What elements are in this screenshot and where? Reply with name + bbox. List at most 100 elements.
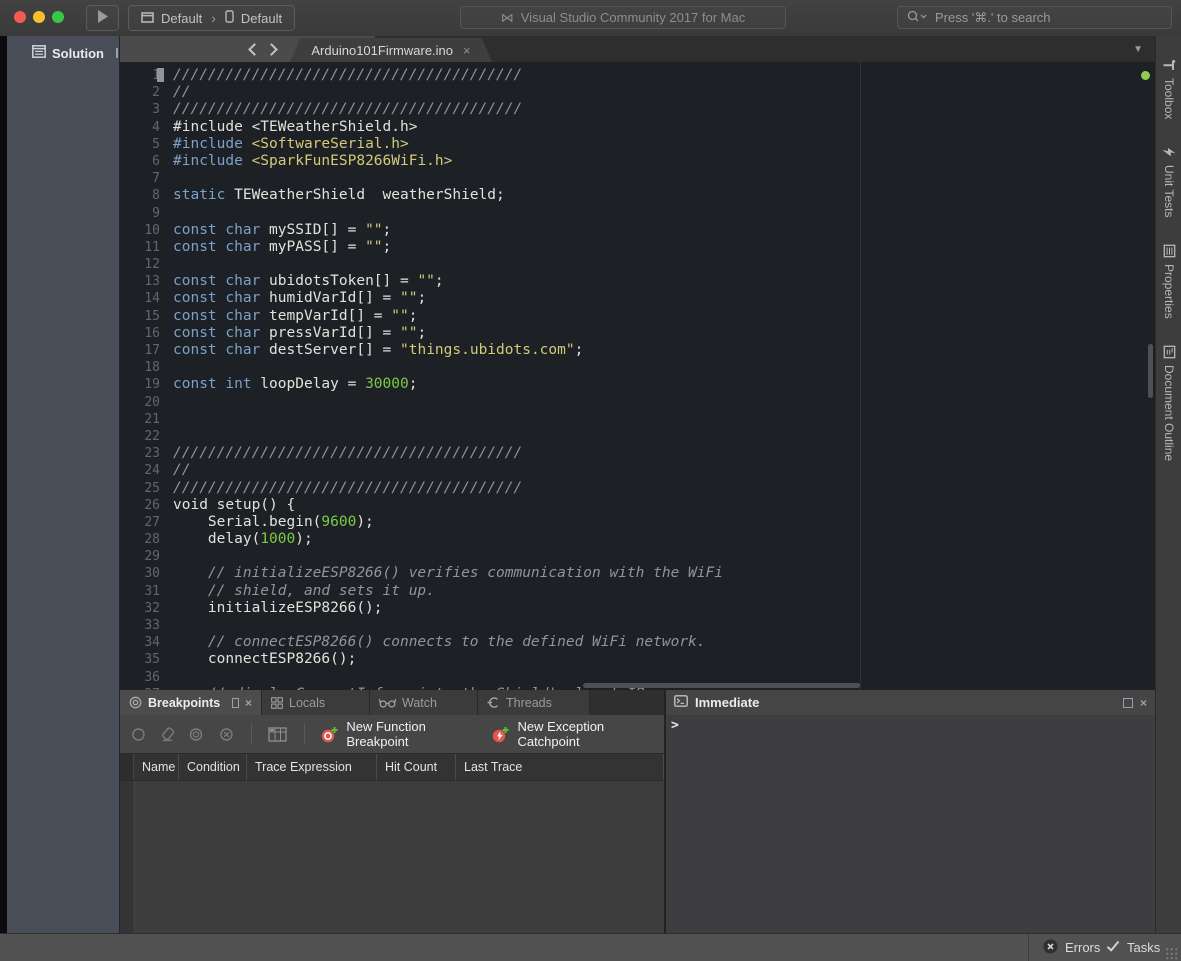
disable-all-breakpoints-icon[interactable] <box>189 727 205 742</box>
code-line[interactable]: 17const char destServer[] = "things.ubid… <box>120 342 1155 359</box>
code-line[interactable]: 33 <box>120 617 1155 634</box>
column-header-condition[interactable]: Condition <box>179 754 247 780</box>
code-line[interactable]: 9 <box>120 205 1155 222</box>
code-line[interactable]: 31 // shield, and sets it up. <box>120 583 1155 600</box>
dock-tab-toolbox[interactable]: Toolbox <box>1162 58 1176 119</box>
code-line[interactable]: 27 Serial.begin(9600); <box>120 514 1155 531</box>
code-line[interactable]: 7 <box>120 170 1155 187</box>
line-number[interactable]: 25 <box>120 480 167 497</box>
line-number[interactable]: 3 <box>120 101 167 118</box>
line-number[interactable]: 36 <box>120 669 167 686</box>
pad-tab-breakpoints[interactable]: Breakpoints× <box>120 690 262 715</box>
vertical-scrollbar-thumb[interactable] <box>1148 344 1153 398</box>
line-number[interactable]: 16 <box>120 325 167 342</box>
line-number[interactable]: 6 <box>120 153 167 170</box>
line-number[interactable]: 32 <box>120 600 167 617</box>
column-header-last-trace[interactable]: Last Trace <box>456 754 664 780</box>
close-tab-icon[interactable]: × <box>463 43 471 58</box>
code-line[interactable]: 23//////////////////////////////////////… <box>120 445 1155 462</box>
code-line[interactable]: 30 // initializeESP8266() verifies commu… <box>120 565 1155 582</box>
configuration-selector[interactable]: Default › Default <box>128 5 295 31</box>
dock-pad-button[interactable] <box>1123 698 1133 708</box>
code-line[interactable]: 15const char tempVarId[] = ""; <box>120 308 1155 325</box>
line-number[interactable]: 10 <box>120 222 167 239</box>
line-number[interactable]: 15 <box>120 308 167 325</box>
line-number[interactable]: 27 <box>120 514 167 531</box>
line-number[interactable]: 2 <box>120 84 167 101</box>
dock-pad-button[interactable] <box>232 698 239 708</box>
dock-pad-button[interactable] <box>116 48 118 58</box>
code-line[interactable]: 11const char myPASS[] = ""; <box>120 239 1155 256</box>
pad-tab-threads[interactable]: Threads <box>478 690 590 715</box>
new-exception-catchpoint-button[interactable]: New Exception Catchpoint <box>492 719 650 749</box>
columns-icon[interactable] <box>268 727 287 742</box>
dock-tab-document-outline[interactable]: Document Outline <box>1162 345 1176 461</box>
line-number[interactable]: 30 <box>120 565 167 582</box>
code-line[interactable]: 4#include <TEWeatherShield.h> <box>120 119 1155 136</box>
line-number[interactable]: 7 <box>120 170 167 187</box>
line-number[interactable]: 5 <box>120 136 167 153</box>
code-line[interactable]: 18 <box>120 359 1155 376</box>
code-line[interactable]: 20 <box>120 394 1155 411</box>
line-number[interactable]: 26 <box>120 497 167 514</box>
code-line[interactable]: 22 <box>120 428 1155 445</box>
line-number[interactable]: 9 <box>120 205 167 222</box>
new-breakpoint-icon[interactable] <box>131 727 146 742</box>
line-number[interactable]: 24 <box>120 462 167 479</box>
code-line[interactable]: 28 delay(1000); <box>120 531 1155 548</box>
line-number[interactable]: 20 <box>120 394 167 411</box>
code-line[interactable]: 10const char mySSID[] = ""; <box>120 222 1155 239</box>
line-number[interactable]: 4 <box>120 119 167 136</box>
code-line[interactable]: 16const char pressVarId[] = ""; <box>120 325 1155 342</box>
line-number[interactable]: 12 <box>120 256 167 273</box>
code-line[interactable]: 14const char humidVarId[] = ""; <box>120 290 1155 307</box>
line-number[interactable]: 14 <box>120 290 167 307</box>
search-input[interactable]: Press '⌘.' to search <box>897 6 1172 29</box>
close-window-button[interactable] <box>14 11 26 23</box>
code-line[interactable]: 24// <box>120 462 1155 479</box>
code-line[interactable]: 1///////////////////////////////////////… <box>120 67 1155 84</box>
clear-breakpoint-icon[interactable] <box>160 727 175 742</box>
line-number[interactable]: 8 <box>120 187 167 204</box>
line-number[interactable]: 21 <box>120 411 167 428</box>
dock-tab-properties[interactable]: Properties <box>1162 244 1176 319</box>
dock-tab-unit-tests[interactable]: Unit Tests <box>1162 145 1176 217</box>
code-line[interactable]: 8static TEWeatherShield weatherShield; <box>120 187 1155 204</box>
code-line[interactable]: 32 initializeESP8266(); <box>120 600 1155 617</box>
new-function-breakpoint-button[interactable]: New Function Breakpoint <box>321 719 472 749</box>
line-number[interactable]: 28 <box>120 531 167 548</box>
code-line[interactable]: 12 <box>120 256 1155 273</box>
column-header-trace-expression[interactable]: Trace Expression <box>247 754 377 780</box>
pad-tab-watch[interactable]: Watch <box>370 690 478 715</box>
minimize-window-button[interactable] <box>33 11 45 23</box>
run-button[interactable] <box>86 5 119 31</box>
line-number[interactable]: 33 <box>120 617 167 634</box>
code-line[interactable]: 34 // connectESP8266() connects to the d… <box>120 634 1155 651</box>
line-number[interactable]: 17 <box>120 342 167 359</box>
line-number[interactable]: 13 <box>120 273 167 290</box>
immediate-console[interactable]: > <box>666 715 1155 933</box>
line-number[interactable]: 22 <box>120 428 167 445</box>
line-number[interactable]: 18 <box>120 359 167 376</box>
column-header-name[interactable]: Name <box>134 754 179 780</box>
code-line[interactable]: 26void setup() { <box>120 497 1155 514</box>
code-line[interactable]: 35 connectESP8266(); <box>120 651 1155 668</box>
line-number[interactable]: 35 <box>120 651 167 668</box>
line-number[interactable]: 29 <box>120 548 167 565</box>
close-pad-button[interactable]: × <box>245 697 252 709</box>
remove-all-breakpoints-icon[interactable] <box>219 727 234 742</box>
errors-button[interactable]: Errors <box>1043 934 1100 961</box>
close-pad-button[interactable]: × <box>1140 697 1147 709</box>
line-number[interactable]: 34 <box>120 634 167 651</box>
horizontal-scrollbar-thumb[interactable] <box>583 683 860 688</box>
line-number[interactable]: 23 <box>120 445 167 462</box>
resize-grip[interactable] <box>1165 947 1179 960</box>
pad-tab-locals[interactable]: Locals <box>262 690 370 715</box>
line-number[interactable]: 11 <box>120 239 167 256</box>
line-number[interactable]: 19 <box>120 376 167 393</box>
code-line[interactable]: 19const int loopDelay = 30000; <box>120 376 1155 393</box>
code-line[interactable]: 5#include <SoftwareSerial.h> <box>120 136 1155 153</box>
tab-overflow-dropdown-icon[interactable]: ▼ <box>1133 44 1143 55</box>
code-line[interactable]: 21 <box>120 411 1155 428</box>
zoom-window-button[interactable] <box>52 11 64 23</box>
